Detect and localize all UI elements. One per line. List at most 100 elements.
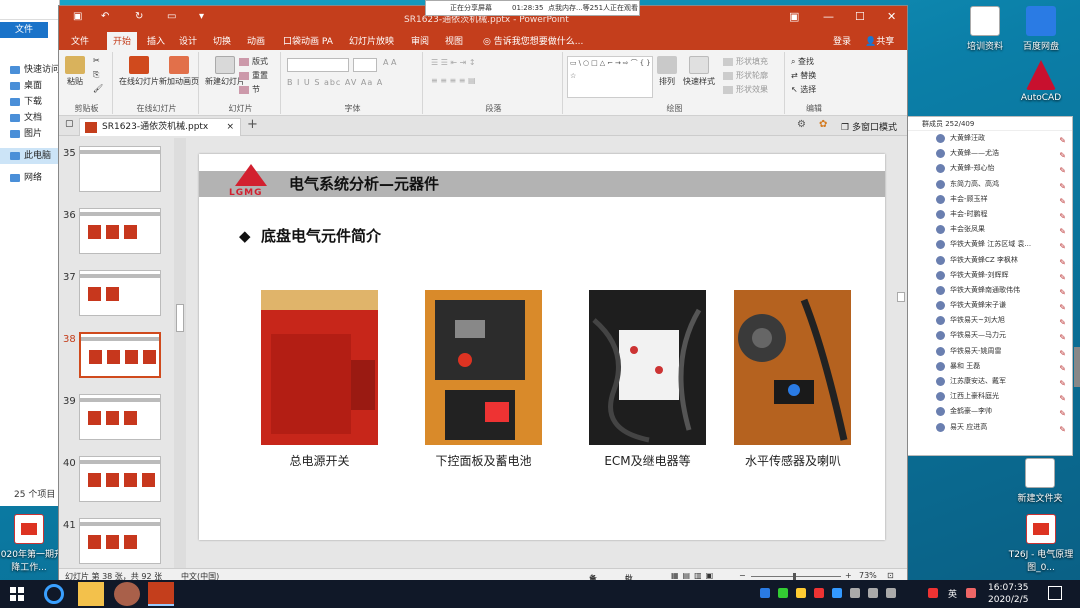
share-button[interactable]: 👤共享: [865, 34, 894, 47]
tab-view[interactable]: 视图: [445, 34, 463, 47]
muted-mic-icon[interactable]: ✎: [1059, 209, 1066, 222]
find-button[interactable]: ⌕ 查找: [791, 56, 814, 67]
zoom-in-button[interactable]: +: [845, 571, 852, 580]
zoom-level[interactable]: 73%: [859, 571, 877, 580]
wechat-icon[interactable]: [778, 588, 788, 598]
login-link[interactable]: 登录: [833, 34, 851, 47]
muted-mic-icon[interactable]: ✎: [1059, 179, 1066, 192]
undo-icon[interactable]: ↶: [101, 11, 109, 22]
input-language[interactable]: 英: [948, 587, 957, 600]
viewer-count[interactable]: 点我内存...等251人正在观看: [548, 1, 638, 15]
member-row[interactable]: 华铁易天~刘大旭 ✎: [906, 313, 1072, 328]
slide-scrollbar[interactable]: [895, 154, 907, 544]
nav-this-pc[interactable]: 此电脑: [0, 148, 60, 164]
slide-thumbnail[interactable]: 39: [59, 394, 187, 452]
member-row[interactable]: 华铁大黄蜂南通歌伟伟 ✎: [906, 283, 1072, 298]
tray-app-icon[interactable]: [832, 588, 842, 598]
save-icon[interactable]: ▣: [73, 11, 82, 22]
member-row[interactable]: 华铁大黄蜂宋子谦 ✎: [906, 298, 1072, 313]
member-row[interactable]: 大黄蜂-郑心怡 ✎: [906, 161, 1072, 176]
member-row[interactable]: 华铁大黄蜂 江苏区域 袁... ✎: [906, 237, 1072, 252]
desktop-icon-t26j-pdf[interactable]: T26J - 电气原理图_0...: [1006, 514, 1076, 573]
member-row[interactable]: 江西上豪科庭光 ✎: [906, 389, 1072, 404]
nav-pictures[interactable]: 图片: [0, 126, 60, 142]
meeting-app-icon[interactable]: [114, 582, 140, 606]
muted-mic-icon[interactable]: ✎: [1059, 148, 1066, 161]
tray-app-icon[interactable]: [796, 588, 806, 598]
slide-title[interactable]: 电气系统分析—元器件: [289, 173, 439, 194]
minimize-button[interactable]: —: [823, 10, 834, 23]
format-painter-icon[interactable]: 🖌: [93, 84, 103, 93]
nav-network[interactable]: 网络: [0, 170, 60, 186]
member-row[interactable]: 金鹤豪—李帅 ✎: [906, 404, 1072, 419]
member-row[interactable]: 华铁大黄蜂CZ 李枫林 ✎: [906, 253, 1072, 268]
muted-mic-icon[interactable]: ✎: [1059, 285, 1066, 298]
layout-button[interactable]: 版式: [239, 56, 268, 67]
slide-thumbnail[interactable]: 41: [59, 518, 187, 568]
muted-mic-icon[interactable]: ✎: [1059, 391, 1066, 404]
member-row[interactable]: 华铁易天—马力元 ✎: [906, 328, 1072, 343]
photo-lower-control-panel[interactable]: [425, 290, 542, 445]
member-row[interactable]: 华铁大黄蜂-刘辉辉 ✎: [906, 268, 1072, 283]
file-explorer-icon[interactable]: [78, 582, 104, 606]
tab-animations[interactable]: 动画: [247, 34, 265, 47]
member-row[interactable]: 华铁易天-姚周雷 ✎: [906, 344, 1072, 359]
muted-mic-icon[interactable]: ✎: [1059, 315, 1066, 328]
desktop-icon-baidu-netdisk[interactable]: 百度网盘: [1006, 6, 1076, 52]
system-clock[interactable]: 16:07:35 2020/2/5: [988, 582, 1028, 606]
close-button[interactable]: ✕: [887, 10, 896, 23]
muted-mic-icon[interactable]: ✎: [1059, 406, 1066, 419]
windows-start-icon[interactable]: [10, 587, 24, 601]
nav-quick-access[interactable]: 快速访问: [0, 62, 60, 78]
nav-desktop[interactable]: 桌面: [0, 78, 60, 94]
tools-icon[interactable]: ⚙: [797, 119, 806, 130]
muted-mic-icon[interactable]: ✎: [1059, 194, 1066, 207]
chat-scrollbar[interactable]: [1074, 347, 1080, 387]
online-slides-button[interactable]: 在线幻灯片: [119, 56, 159, 87]
ribbon-display-icon[interactable]: ▣: [789, 10, 799, 23]
new-tab-icon[interactable]: +: [247, 117, 258, 132]
explorer-file-tab[interactable]: 文件: [0, 22, 48, 38]
font-name-select[interactable]: [287, 58, 349, 72]
photo-main-power-switch[interactable]: [261, 290, 378, 445]
muted-mic-icon[interactable]: ✎: [1059, 224, 1066, 237]
muted-mic-icon[interactable]: ✎: [1059, 270, 1066, 283]
zoom-slider[interactable]: [751, 576, 841, 577]
tab-home[interactable]: 开始: [107, 32, 138, 50]
close-tab-icon[interactable]: ×: [226, 119, 234, 135]
paste-button[interactable]: 粘贴: [65, 56, 85, 87]
member-row[interactable]: 丰会张凤果 ✎: [906, 222, 1072, 237]
tray-app-icon[interactable]: [850, 588, 860, 598]
tray-app-icon[interactable]: [814, 588, 824, 598]
document-tab[interactable]: SR1623-通依茨机械.pptx ×: [79, 118, 241, 136]
slide-subheading[interactable]: ◆ 底盘电气元件简介: [239, 225, 381, 246]
photo-level-sensor-horn[interactable]: [734, 290, 851, 445]
member-row[interactable]: 丰会-时鹏程 ✎: [906, 207, 1072, 222]
customize-qat-icon[interactable]: ▾: [199, 11, 204, 22]
present-icon[interactable]: ▭: [167, 11, 176, 22]
shapes-gallery[interactable]: ▭\○□△⌐→⇨⌒{}☆: [567, 56, 653, 98]
tell-me-search[interactable]: ◎ 告诉我您想要做什么...: [483, 34, 583, 47]
ime-icon[interactable]: [928, 588, 938, 598]
shape-fill-button[interactable]: 形状填充: [723, 56, 768, 67]
reset-button[interactable]: 重置: [239, 70, 268, 81]
slide-thumbnail[interactable]: 35: [59, 146, 187, 204]
desktop-icon-2020-pdf[interactable]: 2020年第一期升降工作...: [0, 514, 64, 573]
desktop-icon-autocad[interactable]: AutoCAD: [1006, 60, 1076, 103]
shape-effects-button[interactable]: 形状效果: [723, 84, 768, 95]
section-button[interactable]: 节: [239, 84, 260, 95]
member-row[interactable]: 大黄蜂汪政 ✎: [906, 131, 1072, 146]
member-row[interactable]: 丰会-顾玉祥 ✎: [906, 192, 1072, 207]
tray-app-icon[interactable]: [760, 588, 770, 598]
replace-button[interactable]: ⇄ 替换: [791, 70, 816, 81]
settings-icon[interactable]: ✿: [819, 119, 827, 130]
maximize-button[interactable]: ☐: [855, 10, 865, 23]
member-row[interactable]: 易天 应进高 ✎: [906, 420, 1072, 435]
font-style-buttons[interactable]: B I U S abc AV Aa A: [287, 78, 383, 87]
nav-downloads[interactable]: 下载: [0, 94, 60, 110]
muted-mic-icon[interactable]: ✎: [1059, 239, 1066, 252]
zoom-out-button[interactable]: −: [739, 571, 746, 580]
muted-mic-icon[interactable]: ✎: [1059, 346, 1066, 359]
muted-mic-icon[interactable]: ✎: [1059, 255, 1066, 268]
member-row[interactable]: 东简力高、高鸿 ✎: [906, 177, 1072, 192]
